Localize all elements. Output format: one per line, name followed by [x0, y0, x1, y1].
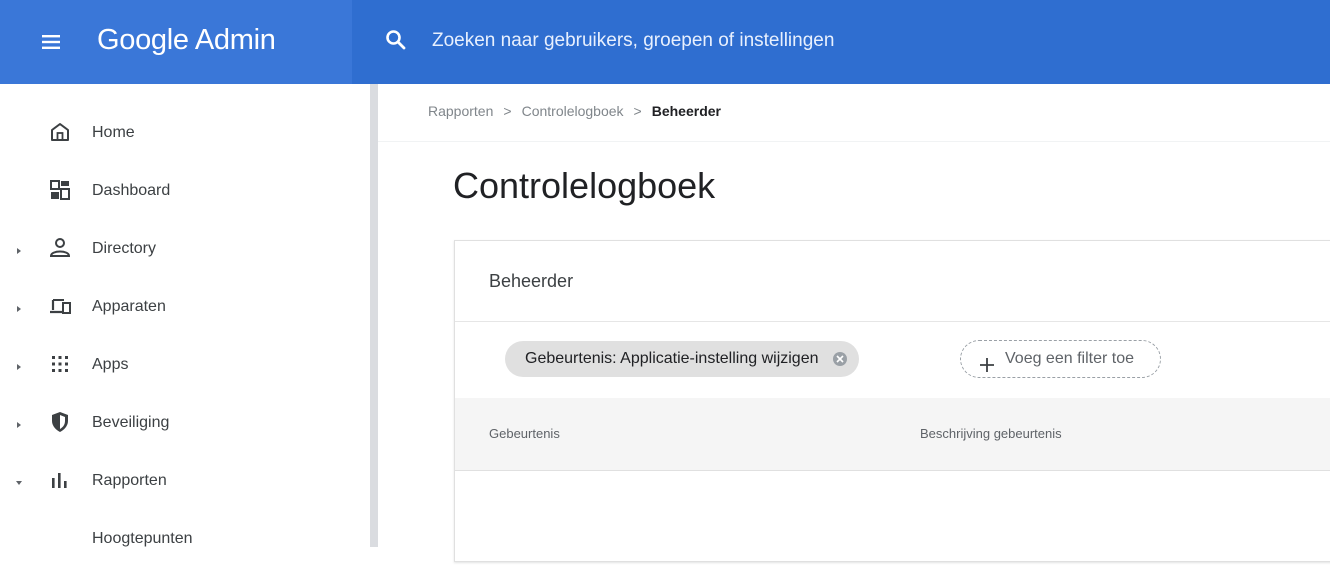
- add-filter-label: Voeg een filter toe: [1005, 350, 1134, 367]
- breadcrumb-link-controlelogboek[interactable]: Controlelogboek: [522, 103, 624, 119]
- collapse-arrow-icon[interactable]: [14, 475, 24, 485]
- sidebar-item-label: Apparaten: [92, 298, 166, 315]
- sidebar-subitem-hoogtepunten[interactable]: Hoogtepunten: [0, 511, 370, 567]
- sidebar-item-label: Rapporten: [92, 472, 167, 489]
- filter-chip[interactable]: Gebeurtenis: Applicatie-instelling wijzi…: [505, 341, 859, 377]
- breadcrumb-divider: [378, 141, 1330, 142]
- sidebar-item-label: Directory: [92, 240, 157, 257]
- breadcrumb-current: Beheerder: [651, 103, 721, 119]
- sidebar-item-rapporten[interactable]: Rapporten: [0, 453, 370, 509]
- shield-icon: [47, 409, 73, 435]
- search-icon[interactable]: [384, 28, 408, 52]
- sidebar-item-apparaten[interactable]: Apparaten: [0, 279, 370, 335]
- sidebar-item-label: Beveiliging: [92, 414, 170, 431]
- plus-icon: [979, 351, 995, 372]
- filter-chip-label: Gebeurtenis: Applicatie-instelling wijzi…: [525, 350, 819, 367]
- sidebar-item-home[interactable]: Home: [0, 105, 370, 161]
- top-app-bar: Google Admin: [0, 0, 1330, 84]
- dashboard-icon: [47, 177, 73, 203]
- expand-arrow-icon[interactable]: [14, 417, 24, 428]
- breadcrumb-link-rapporten[interactable]: Rapporten: [428, 103, 493, 119]
- hamburger-menu-icon[interactable]: [40, 30, 64, 54]
- main-content: Rapporten > Controlelogboek > Beheerder Cont…: [378, 84, 1330, 562]
- bar-chart-icon: [47, 467, 73, 493]
- sidebar-scrollbar[interactable]: [370, 84, 378, 547]
- card-divider: [455, 321, 1330, 322]
- expand-arrow-icon[interactable]: [14, 243, 24, 254]
- sidebar-item-dashboard[interactable]: Dashboard: [0, 163, 370, 219]
- search-input[interactable]: [432, 20, 1292, 62]
- column-header-gebeurtenis[interactable]: Gebeurtenis: [489, 426, 560, 441]
- breadcrumb-separator: >: [503, 103, 512, 119]
- devices-icon: [47, 293, 73, 319]
- remove-filter-icon[interactable]: [832, 352, 847, 366]
- table-header: Gebeurtenis Beschrijving gebeurtenis: [455, 398, 1330, 471]
- add-filter-button[interactable]: Voeg een filter toe: [960, 340, 1161, 378]
- audit-log-card: Beheerder Gebeurtenis: Applicatie-instel…: [454, 240, 1330, 562]
- sidebar-item-label: Apps: [92, 356, 129, 373]
- sidebar-item-label: Home: [92, 124, 135, 141]
- expand-arrow-icon[interactable]: [14, 301, 24, 312]
- apps-grid-icon: [47, 351, 73, 377]
- home-icon: [47, 119, 73, 145]
- sidebar-item-beveiliging[interactable]: Beveiliging: [0, 395, 370, 451]
- sidebar-item-directory[interactable]: Directory: [0, 221, 370, 277]
- page-title: Controlelogboek: [453, 165, 716, 206]
- sidebar-item-label: Dashboard: [92, 182, 171, 199]
- card-title: Beheerder: [489, 271, 574, 291]
- expand-arrow-icon[interactable]: [14, 359, 24, 370]
- sidebar-item-apps[interactable]: Apps: [0, 337, 370, 393]
- column-header-beschrijving[interactable]: Beschrijving gebeurtenis: [920, 426, 1062, 441]
- sidebar-nav: Home Dashboard Directory Apparaten Apps …: [0, 84, 370, 547]
- breadcrumb-separator: >: [633, 103, 642, 119]
- app-title[interactable]: Google Admin: [97, 20, 276, 60]
- app-bar-brand-area: Google Admin: [0, 0, 352, 84]
- person-icon: [47, 235, 73, 261]
- breadcrumb: Rapporten > Controlelogboek > Beheerder: [428, 103, 721, 119]
